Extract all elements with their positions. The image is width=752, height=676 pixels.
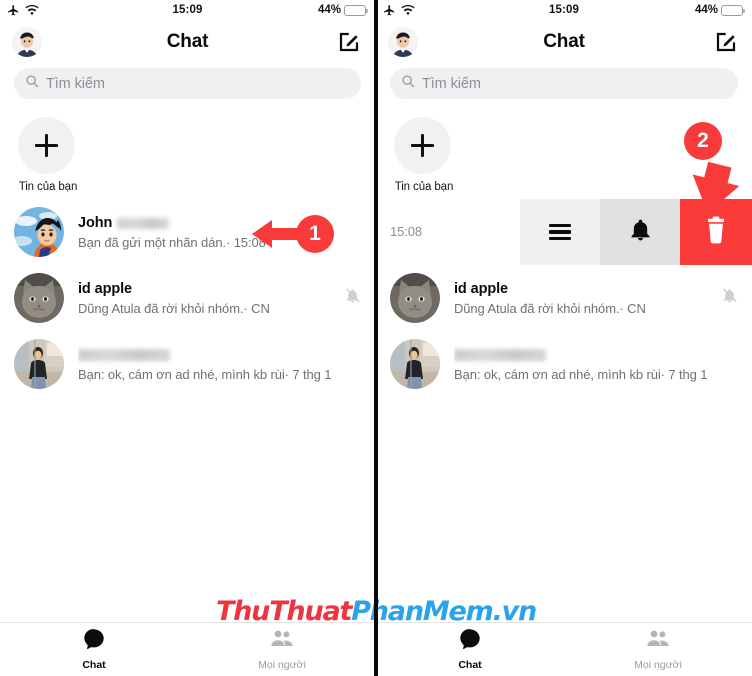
- status-right-icons: 44%: [694, 4, 745, 16]
- chat-row-snippet: Bạn: ok, cám ơn ad nhé, mình kb rùi· 7 t…: [78, 367, 332, 382]
- search-area-right: Tìm kiếm: [376, 64, 752, 105]
- redacted-name: [117, 217, 170, 229]
- annotation-1: 1: [250, 212, 334, 256]
- status-right-icons: 44%: [317, 4, 368, 16]
- tab-bar-left: Chat Mọi người: [0, 622, 376, 676]
- chat-bubble-icon: [458, 627, 482, 656]
- add-story-button[interactable]: Tin của bạn: [394, 117, 454, 193]
- search-input[interactable]: Tìm kiếm: [390, 68, 738, 99]
- plus-icon: [18, 117, 75, 174]
- tab-people[interactable]: Mọi người: [188, 627, 376, 671]
- chat-row-name: id apple: [78, 280, 336, 298]
- compose-icon[interactable]: [714, 30, 738, 54]
- battery-percent-label: 44%: [317, 4, 341, 16]
- search-placeholder: Tìm kiếm: [46, 75, 105, 92]
- page-title: Chat: [166, 31, 209, 52]
- anime-avatar: [14, 207, 64, 257]
- annotation-badge-2: 2: [684, 122, 722, 160]
- swiped-row-time: 15:08: [390, 224, 423, 239]
- compose-icon[interactable]: [337, 30, 361, 54]
- chat-row-redacted[interactable]: Bạn: ok, cám ơn ad nhé, mình kb rùi· 7 t…: [0, 331, 375, 397]
- chat-row-name: id apple: [454, 280, 713, 298]
- chat-row-redacted[interactable]: Bạn: ok, cám ơn ad nhé, mình kb rùi· 7 t…: [376, 331, 752, 397]
- chat-row-id-apple[interactable]: id apple Dũng Atula đã rời khỏi nhóm.· C…: [376, 265, 752, 331]
- phone-screen-right: 15:09 44% Chat Tìm kiếm Tin của bạn 15:0…: [376, 0, 752, 676]
- search-input[interactable]: Tìm kiếm: [14, 68, 361, 99]
- plus-icon: [394, 117, 451, 174]
- add-story-button[interactable]: Tin của bạn: [18, 117, 78, 193]
- chat-row-text: id apple Dũng Atula đã rời khỏi nhóm.· C…: [454, 280, 713, 316]
- people-icon: [270, 627, 294, 656]
- hamburger-menu-icon: [549, 220, 571, 243]
- watermark-part-3: .vn: [492, 596, 538, 627]
- phone-screen-left: 15:09 44% Chat Tìm kiếm Tin của bạn John…: [0, 0, 376, 676]
- tab-chat-label: Chat: [458, 659, 482, 671]
- tab-chat-label: Chat: [82, 659, 106, 671]
- chat-row-text: Bạn: ok, cám ơn ad nhé, mình kb rùi· 7 t…: [454, 346, 738, 382]
- chat-row-name: [78, 346, 361, 364]
- watermark-part-1: ThuThuat: [215, 596, 352, 627]
- add-story-label: Tin của bạn: [18, 181, 78, 193]
- chat-row-id-apple[interactable]: id apple Dũng Atula đã rời khỏi nhóm.· C…: [0, 265, 375, 331]
- more-options-button[interactable]: [520, 199, 600, 265]
- battery-icon: [344, 4, 368, 16]
- search-placeholder: Tìm kiếm: [422, 75, 481, 92]
- mute-bell-icon: [721, 287, 738, 309]
- search-area-left: Tìm kiếm: [0, 64, 375, 105]
- woman-avatar: [14, 339, 64, 389]
- tutorial-screenshot: 15:09 44% Chat Tìm kiếm Tin của bạn John…: [0, 0, 752, 676]
- cat-avatar: [14, 273, 64, 323]
- notifications-button[interactable]: [600, 199, 680, 265]
- chat-row-snippet: Bạn: ok, cám ơn ad nhé, mình kb rùi· 7 t…: [454, 367, 708, 382]
- chat-row-name-text: id apple: [78, 281, 132, 297]
- chat-row-text: Bạn: ok, cám ơn ad nhé, mình kb rùi· 7 t…: [78, 346, 361, 382]
- redacted-name: [78, 349, 170, 361]
- tab-chat[interactable]: Chat: [376, 627, 564, 671]
- chat-row-name-text: id apple: [454, 281, 508, 297]
- chat-row-snippet: Dũng Atula đã rời khỏi nhóm.· CN: [78, 301, 270, 316]
- bell-icon: [628, 217, 653, 247]
- tab-bar-right: Chat Mọi người: [376, 622, 752, 676]
- chat-row-name-text: John: [78, 215, 113, 231]
- tab-chat[interactable]: Chat: [0, 627, 188, 671]
- search-icon: [401, 74, 415, 93]
- tab-people-label: Mọi người: [634, 659, 682, 671]
- nav-bar-left: Chat: [0, 20, 375, 64]
- nav-bar-right: Chat: [376, 20, 752, 64]
- battery-percent-label: 44%: [694, 4, 718, 16]
- chat-row-text: id apple Dũng Atula đã rời khỏi nhóm.· C…: [78, 280, 336, 316]
- chat-bubble-icon: [82, 627, 106, 656]
- status-bar-left: 15:09 44%: [0, 0, 375, 20]
- battery-icon: [721, 4, 745, 16]
- cat-avatar: [390, 273, 440, 323]
- woman-avatar: [390, 339, 440, 389]
- tab-people[interactable]: Mọi người: [564, 627, 752, 671]
- search-icon: [25, 74, 39, 93]
- chat-row-snippet: Dũng Atula đã rời khỏi nhóm.· CN: [454, 301, 646, 316]
- chat-row-name: [454, 346, 738, 364]
- annotation-badge-1: 1: [296, 215, 334, 253]
- people-icon: [646, 627, 670, 656]
- status-bar-right: 15:09 44%: [376, 0, 752, 20]
- watermark-part-2: PhanMem: [351, 596, 494, 627]
- chat-list-right: 15:08 id apple Dũng Atula đã rời khỏi nh…: [376, 199, 752, 397]
- annotation-2: 2: [678, 122, 750, 222]
- redacted-name: [454, 349, 546, 361]
- stories-row-left: Tin của bạn: [0, 105, 375, 199]
- panel-divider: [374, 0, 378, 676]
- page-title: Chat: [543, 31, 585, 52]
- tab-people-label: Mọi người: [258, 659, 306, 671]
- add-story-label: Tin của bạn: [394, 181, 454, 193]
- mute-bell-icon: [344, 287, 361, 309]
- swiped-row-remnant: 15:08: [376, 223, 512, 241]
